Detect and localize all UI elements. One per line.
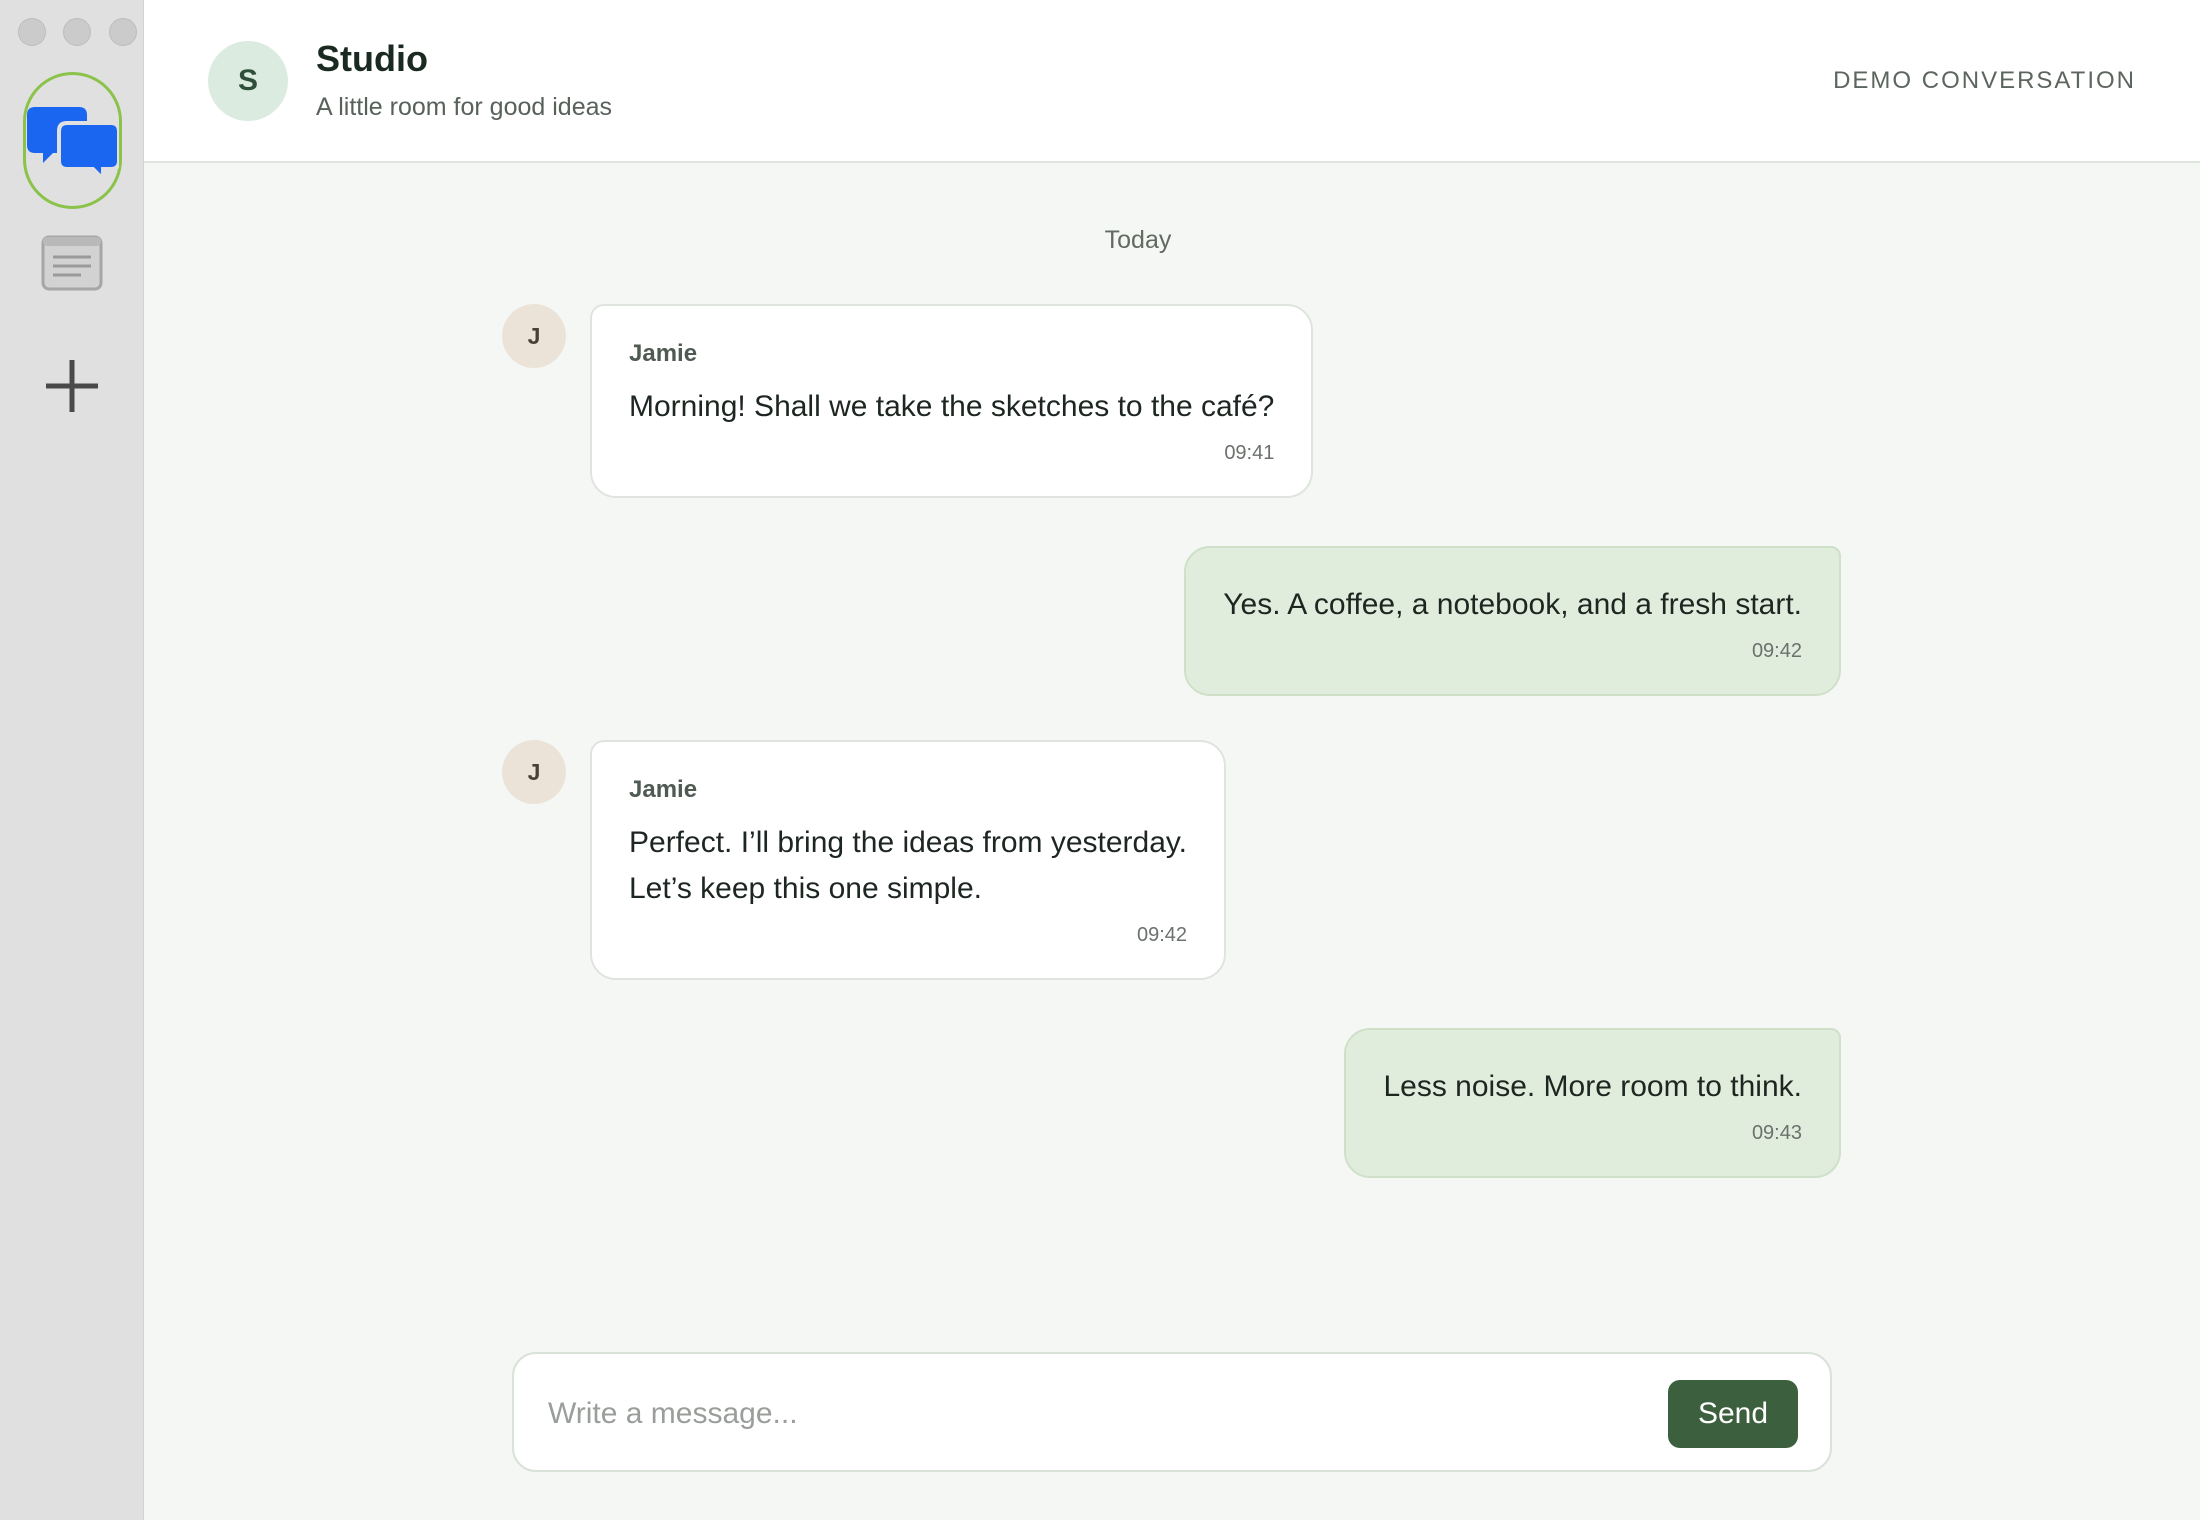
window-close-button[interactable]: [18, 18, 46, 46]
message-text: Yes. A coffee, a notebook, and a fresh s…: [1223, 588, 1802, 621]
room-title: Studio: [316, 38, 428, 79]
sender-avatar: J: [502, 304, 566, 368]
outgoing-message-bubble: Less noise. More room to think. 09:43: [1344, 1028, 1841, 1178]
window-minimize-button[interactable]: [63, 18, 91, 46]
conversation-header: S Studio A little room for good ideas DE…: [144, 0, 2200, 163]
chat-bubbles-icon: [26, 106, 119, 181]
sidebar: [0, 0, 144, 1520]
incoming-message-bubble: Jamie Morning! Shall we take the sketche…: [590, 304, 1314, 498]
app-window: S Studio A little room for good ideas DE…: [0, 0, 2200, 1520]
day-separator: Today: [1104, 226, 1172, 254]
incoming-message-bubble: Jamie Perfect. I’ll bring the ideas from…: [590, 740, 1227, 980]
message-text: Less noise. More room to think.: [1383, 1070, 1802, 1103]
message-time: 09:42: [1751, 640, 1802, 662]
sender-avatar: J: [502, 740, 566, 804]
message-composer: Send: [512, 1352, 1832, 1472]
message-time: 09:43: [1751, 1122, 1802, 1144]
sidebar-item-chats[interactable]: [23, 72, 122, 209]
outgoing-message-bubble: Yes. A coffee, a notebook, and a fresh s…: [1184, 546, 1841, 696]
sender-name: Jamie: [629, 776, 698, 803]
demo-conversation-label: DEMO CONVERSATION: [1833, 67, 2136, 94]
sidebar-item-notes[interactable]: [40, 234, 104, 292]
window-zoom-button[interactable]: [109, 18, 137, 46]
sidebar-item-add[interactable]: [40, 354, 104, 418]
notes-icon: [41, 235, 103, 291]
send-button[interactable]: Send: [1668, 1380, 1798, 1448]
plus-icon: [46, 360, 98, 412]
room-avatar: S: [208, 41, 288, 121]
sender-name: Jamie: [629, 340, 698, 367]
message-time: 09:41: [1224, 442, 1275, 464]
room-subtitle: A little room for good ideas: [316, 93, 612, 121]
message-text: Morning! Shall we take the sketches to t…: [629, 390, 1275, 423]
message-time: 09:42: [1136, 924, 1188, 946]
message-input[interactable]: [548, 1390, 1548, 1438]
message-text: Perfect. I’ll bring the ideas from yeste…: [629, 826, 1188, 905]
